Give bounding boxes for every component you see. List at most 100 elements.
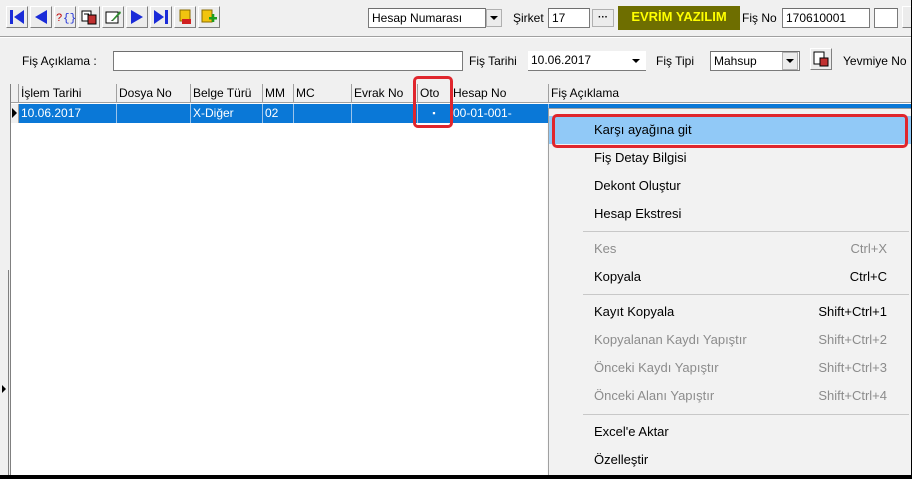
type-dropdown-button[interactable] — [782, 52, 798, 70]
ellipsis-icon: ··· — [598, 12, 608, 23]
menu-item-export-excel[interactable]: Excel'e Aktar — [549, 418, 911, 446]
table-cell[interactable] — [294, 104, 352, 123]
type-label: Fiş Tipi — [656, 54, 695, 68]
menu-item-cut[interactable]: Kes Ctrl+X — [549, 235, 911, 263]
print-preview-icon — [81, 10, 97, 25]
add-record-icon — [201, 9, 217, 23]
menu-item-paste-copied-record[interactable]: Kopyalanan Kaydı Yapıştır Shift+Ctrl+2 — [549, 326, 911, 354]
menu-item-paste-previous-field[interactable]: Önceki Alanı Yapıştır Shift+Ctrl+4 — [549, 382, 911, 410]
brand-logo: EVRİM YAZILIM — [618, 6, 740, 30]
company-input[interactable]: 17 — [548, 8, 590, 28]
menu-item-shortcut: Shift+Ctrl+1 — [818, 304, 887, 319]
account-select-dropdown-button[interactable] — [486, 9, 502, 27]
edit-record-button[interactable] — [102, 6, 124, 28]
column-header[interactable]: MC — [294, 84, 352, 103]
voucher-header: Fiş Açıklama : Fiş Tarihi 10.06.2017 Fiş… — [0, 46, 911, 76]
table-cell[interactable]: 10.06.2017 — [19, 104, 117, 123]
column-header[interactable]: Hesap No — [451, 84, 549, 103]
menu-item-account-statement[interactable]: Hesap Ekstresi — [549, 200, 911, 228]
menu-item-copy[interactable]: Kopyala Ctrl+C — [549, 263, 911, 291]
menu-item-shortcut: Ctrl+C — [849, 269, 887, 284]
menu-separator — [583, 414, 909, 415]
print-preview-button[interactable] — [78, 6, 100, 28]
next-record-icon — [131, 10, 143, 24]
menu-item-shortcut: Shift+Ctrl+3 — [818, 360, 887, 375]
delete-record-button[interactable] — [174, 6, 196, 28]
annotation-highlight-menu-item — [552, 114, 908, 148]
table-cell[interactable]: 00-01-001- — [451, 104, 549, 123]
menu-item-label: Önceki Alanı Yapıştır — [594, 388, 715, 403]
menu-item-shortcut: Shift+Ctrl+4 — [818, 388, 887, 403]
table-cell[interactable] — [117, 104, 191, 123]
journal-button[interactable] — [810, 48, 832, 70]
account-field-select[interactable]: Hesap Numarası — [368, 8, 486, 28]
menu-item-label: Kayıt Kopyala — [594, 304, 675, 319]
menu-separator — [583, 294, 909, 295]
date-picker-button[interactable] — [628, 52, 644, 70]
overflow-toolbar-button[interactable] — [902, 6, 911, 28]
column-header[interactable]: Fiş Açıklama — [549, 84, 911, 103]
chevron-down-icon — [632, 59, 640, 63]
menu-item-label: Kes — [594, 241, 617, 256]
menu-item-label: Hesap Ekstresi — [594, 206, 682, 221]
last-record-button[interactable] — [150, 6, 172, 28]
next-record-button[interactable] — [126, 6, 148, 28]
svg-text:{}: {} — [63, 13, 75, 25]
voucher-extra-field[interactable] — [874, 8, 898, 28]
toolbar-divider-highlight — [0, 37, 911, 38]
search-filter-icon: ?{} — [56, 12, 75, 25]
company-label: Şirket — [513, 11, 544, 25]
application-window: ?{} Hesap Numarası Şirket 17 ··· EVRİM Y… — [0, 0, 912, 475]
annotation-highlight-oto-column — [413, 76, 453, 128]
current-row-indicator — [11, 104, 19, 123]
table-cell[interactable]: X-Diğer — [191, 104, 263, 123]
chevron-down-icon — [786, 59, 794, 63]
menu-item-label: Kopyalanan Kaydı Yapıştır — [594, 332, 747, 347]
company-lookup-button[interactable]: ··· — [592, 9, 614, 27]
context-menu: Karşı ayağına git Fiş Detay Bilgisi Deko… — [548, 108, 911, 475]
search-filter-button[interactable]: ?{} — [54, 6, 76, 28]
menu-item-paste-previous-record[interactable]: Önceki Kaydı Yapıştır Shift+Ctrl+3 — [549, 354, 911, 382]
delete-record-icon — [179, 9, 191, 24]
menu-item-create-receipt[interactable]: Dekont Oluştur — [549, 172, 911, 200]
svg-text:?: ? — [56, 12, 62, 24]
column-header[interactable]: Evrak No — [352, 84, 418, 103]
chevron-down-icon — [490, 16, 498, 20]
previous-record-icon — [35, 10, 47, 24]
menu-item-shortcut: Ctrl+X — [850, 241, 887, 256]
menu-item-label: Kopyala — [594, 269, 641, 284]
column-header[interactable]: Dosya No — [117, 84, 191, 103]
table-cell[interactable]: 02 — [263, 104, 294, 123]
date-label: Fiş Tarihi — [469, 54, 517, 68]
menu-item-customize[interactable]: Özelleştir — [549, 446, 911, 474]
row-indicator-header — [11, 84, 19, 103]
add-record-button[interactable] — [198, 6, 220, 28]
voucher-no-label: Fiş No — [742, 11, 777, 25]
first-record-button[interactable] — [6, 6, 28, 28]
menu-item-shortcut: Shift+Ctrl+2 — [818, 332, 887, 347]
menu-item-voucher-detail-info[interactable]: Fiş Detay Bilgisi — [549, 144, 911, 172]
menu-item-label: Excel'e Aktar — [594, 424, 669, 439]
last-record-icon — [154, 10, 168, 24]
table-cell[interactable] — [352, 104, 418, 123]
journal-icon — [813, 51, 829, 67]
menu-item-copy-record[interactable]: Kayıt Kopyala Shift+Ctrl+1 — [549, 298, 911, 326]
menu-item-label: Önceki Kaydı Yapıştır — [594, 360, 719, 375]
column-header[interactable]: Belge Türü — [191, 84, 263, 103]
menu-item-label: Fiş Detay Bilgisi — [594, 150, 687, 165]
menu-separator — [583, 231, 909, 232]
journal-no-label: Yevmiye No — [843, 54, 907, 68]
description-input[interactable] — [113, 51, 463, 71]
column-header[interactable]: İşlem Tarihi — [19, 84, 117, 103]
column-header[interactable]: MM — [263, 84, 294, 103]
splitter-handle[interactable] — [0, 270, 9, 475]
menu-item-label: Dekont Oluştur — [594, 178, 681, 193]
previous-record-button[interactable] — [30, 6, 52, 28]
grid-header: İşlem Tarihi Dosya No Belge Türü MM MC E… — [11, 84, 911, 103]
toolbar: ?{} Hesap Numarası Şirket 17 ··· EVRİM Y… — [0, 0, 911, 36]
menu-item-label: Özelleştir — [594, 452, 649, 467]
first-record-icon — [10, 10, 24, 24]
edit-record-icon — [105, 11, 121, 24]
description-label: Fiş Açıklama : — [22, 54, 97, 68]
voucher-no-input[interactable]: 170610001 — [782, 8, 870, 28]
